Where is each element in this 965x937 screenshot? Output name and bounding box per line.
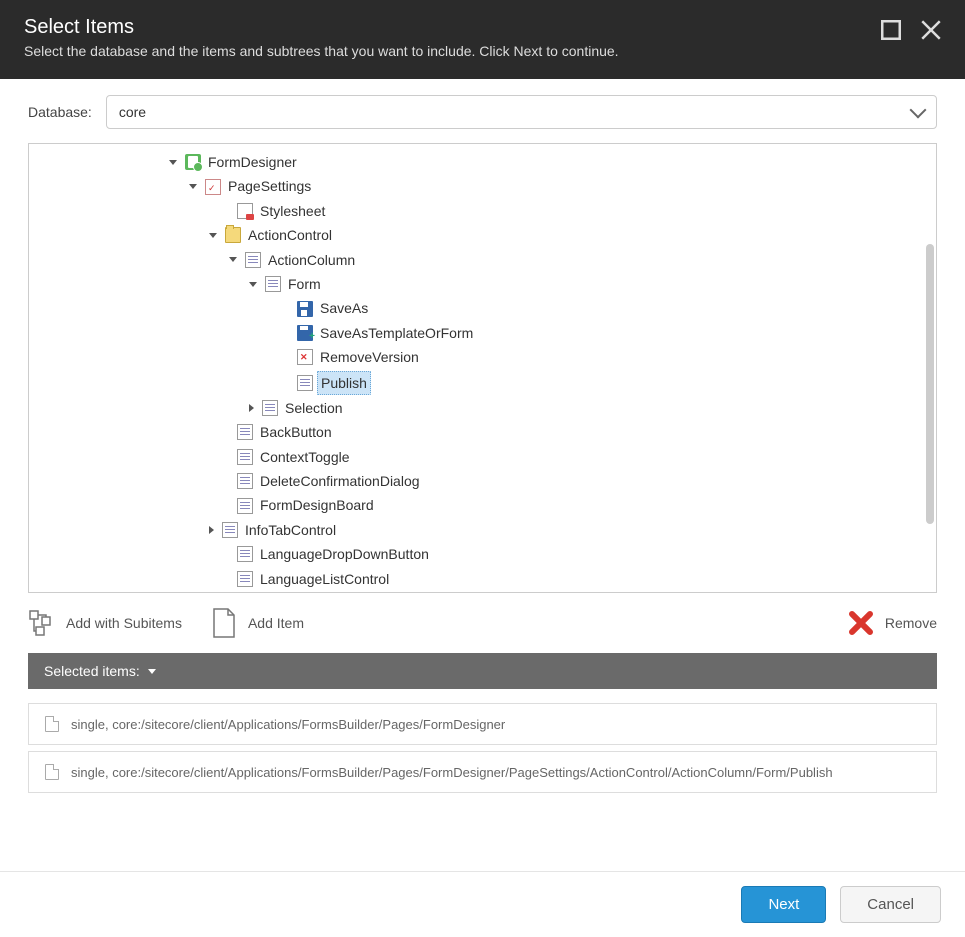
remove-button[interactable]: Remove xyxy=(847,609,937,637)
dialog-footer: Next Cancel xyxy=(0,871,965,937)
tree-node-removeversion[interactable]: RemoveVersion xyxy=(129,345,936,369)
form-icon xyxy=(185,154,201,170)
dialog-header: Select Items Select the database and the… xyxy=(0,0,965,79)
tree-node-contexttoggle[interactable]: ContextToggle xyxy=(129,445,936,469)
stylesheet-icon xyxy=(237,203,253,219)
file-icon xyxy=(45,764,59,780)
tree-node-infotab[interactable]: InfoTabControl xyxy=(129,518,936,542)
page-settings-icon xyxy=(205,179,221,195)
tree-node-loaderr[interactable]: LoadFormErrorMessage xyxy=(129,591,936,593)
scrollbar-thumb[interactable] xyxy=(926,244,934,524)
tree-node-stylesheet[interactable]: Stylesheet xyxy=(129,199,936,223)
save-icon xyxy=(297,301,313,317)
subitems-icon xyxy=(28,609,56,637)
tree-node-langlist[interactable]: LanguageListControl xyxy=(129,567,936,591)
file-icon xyxy=(45,716,59,732)
select-items-dialog: Select Items Select the database and the… xyxy=(0,0,965,937)
tree-node-actioncolumn[interactable]: ActionColumn xyxy=(129,248,936,272)
chevron-down-icon xyxy=(910,102,927,119)
tree-node-saveastemplate[interactable]: SaveAsTemplateOrForm xyxy=(129,321,936,345)
folder-icon xyxy=(225,227,241,243)
add-with-subitems-button[interactable]: Add with Subitems xyxy=(28,609,182,637)
expand-toggle-icon[interactable] xyxy=(209,233,217,238)
selected-item-row[interactable]: single, core:/sitecore/client/Applicatio… xyxy=(28,703,937,745)
selected-items-header[interactable]: Selected items: xyxy=(28,653,937,689)
add-item-button[interactable]: Add Item xyxy=(210,609,304,637)
database-value: core xyxy=(119,104,146,120)
document-icon xyxy=(237,449,253,465)
tree-node-actioncontrol[interactable]: ActionControl xyxy=(129,223,936,247)
maximize-icon[interactable] xyxy=(881,20,901,40)
tree-node-deleteconfirm[interactable]: DeleteConfirmationDialog xyxy=(129,469,936,493)
dialog-title: Select Items xyxy=(24,16,619,39)
document-icon xyxy=(262,400,278,416)
collapse-toggle-icon[interactable] xyxy=(249,404,254,412)
expand-toggle-icon[interactable] xyxy=(189,184,197,189)
collapse-toggle-icon[interactable] xyxy=(209,526,214,534)
dialog-subtitle: Select the database and the items and su… xyxy=(24,43,619,59)
document-icon xyxy=(245,252,261,268)
tree-node-backbutton[interactable]: BackButton xyxy=(129,420,936,444)
document-icon xyxy=(222,522,238,538)
save-as-icon xyxy=(297,325,313,341)
document-icon xyxy=(237,498,253,514)
close-icon[interactable] xyxy=(921,20,941,40)
document-icon xyxy=(265,276,281,292)
tree-node-pagesettings[interactable]: PageSettings xyxy=(129,174,936,198)
chevron-down-icon xyxy=(148,669,156,674)
document-icon xyxy=(237,546,253,562)
database-select[interactable]: core xyxy=(106,95,937,129)
tree-node-formdesigner[interactable]: FormDesigner xyxy=(129,150,936,174)
tree-node-formdesignboard[interactable]: FormDesignBoard xyxy=(129,493,936,517)
tree-node-saveas[interactable]: SaveAs xyxy=(129,296,936,320)
tree-node-form[interactable]: Form xyxy=(129,272,936,296)
expand-toggle-icon[interactable] xyxy=(169,160,177,165)
next-button[interactable]: Next xyxy=(741,886,826,923)
document-icon xyxy=(297,375,313,391)
tree-node-selection[interactable]: Selection xyxy=(129,396,936,420)
document-icon xyxy=(237,424,253,440)
expand-toggle-icon[interactable] xyxy=(229,257,237,262)
tree-node-langdropdown[interactable]: LanguageDropDownButton xyxy=(129,542,936,566)
remove-version-icon xyxy=(297,349,313,365)
selected-item-row[interactable]: single, core:/sitecore/client/Applicatio… xyxy=(28,751,937,793)
expand-toggle-icon[interactable] xyxy=(249,282,257,287)
remove-icon xyxy=(847,609,875,637)
tree-node-publish[interactable]: Publish xyxy=(129,370,936,396)
cancel-button[interactable]: Cancel xyxy=(840,886,941,923)
tree-panel[interactable]: FormDesigner PageSettings Stylesheet Act… xyxy=(28,143,937,593)
document-icon xyxy=(237,473,253,489)
database-label: Database: xyxy=(28,104,92,120)
file-icon xyxy=(210,609,238,637)
document-icon xyxy=(237,571,253,587)
